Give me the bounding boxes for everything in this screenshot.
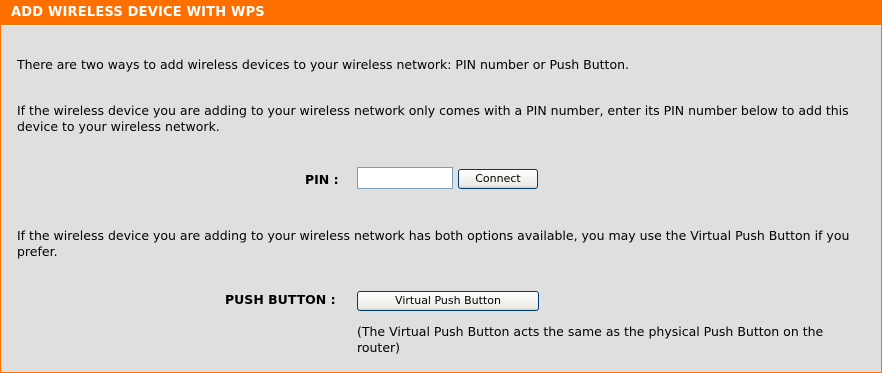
push-button-note: (The Virtual Push Button acts the same a… — [357, 324, 824, 355]
push-button-label: PUSH BUTTON : — [225, 292, 336, 307]
pin-input[interactable] — [357, 167, 453, 189]
virtual-push-button[interactable]: Virtual Push Button — [357, 291, 539, 311]
wps-panel: ADD WIRELESS DEVICE WITH WPS There are t… — [0, 0, 882, 373]
section-header: ADD WIRELESS DEVICE WITH WPS — [1, 0, 881, 26]
push-button-description: If the wireless device you are adding to… — [17, 228, 850, 259]
pin-label: PIN : — [305, 172, 339, 187]
connect-button[interactable]: Connect — [458, 169, 538, 189]
intro-text: There are two ways to add wireless devic… — [17, 57, 629, 72]
pin-description: If the wireless device you are adding to… — [17, 103, 849, 134]
